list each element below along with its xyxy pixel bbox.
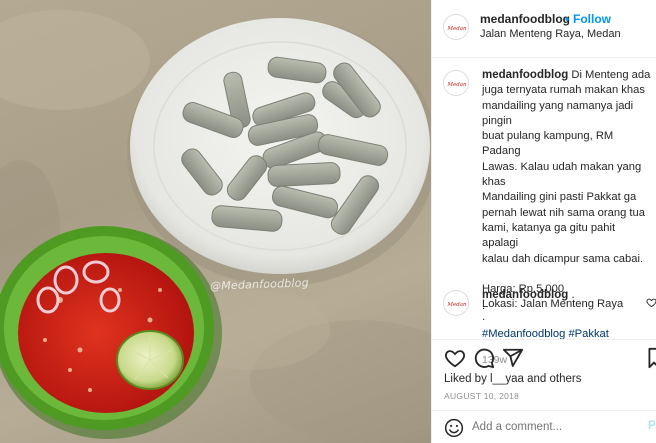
caption-line: kalau dah dicampur sama cabai.	[482, 252, 644, 265]
caption-line: buat pulang kampung, RM Padang	[482, 130, 614, 158]
caption-avatar[interactable]: Medan	[443, 70, 469, 96]
caption-line: pernah lewat nih sama orang tua	[482, 206, 645, 219]
caption-username[interactable]: medanfoodblog	[482, 69, 568, 81]
comment-username[interactable]: medanfoodblog	[482, 289, 568, 301]
caption-line: kami, katanya ga gitu pahit apalagi	[482, 221, 616, 250]
comment-like-icon[interactable]	[646, 297, 656, 308]
bookmark-icon[interactable]	[647, 347, 656, 369]
avatar-logo-icon: Medan	[444, 15, 468, 39]
caption-line: Mandailing gini pasti Pakkat ga	[482, 191, 637, 204]
add-comment-bar: P	[432, 410, 656, 443]
svg-text:Medan: Medan	[446, 302, 467, 308]
caption-line: juga ternyata rumah makan khas	[482, 84, 645, 97]
post-comment-button[interactable]: P	[648, 420, 656, 432]
post-photo[interactable]: @Medanfoodblog	[0, 0, 431, 443]
emoji-icon[interactable]	[444, 418, 464, 438]
follow-separator: •	[565, 12, 570, 26]
post-date: AUGUST 10, 2018	[444, 391, 520, 401]
comment-icon[interactable]	[473, 347, 495, 369]
comment-line: .	[482, 300, 486, 312]
svg-text:Medan: Medan	[446, 26, 467, 32]
post-header: Medan medanfoodblog • Follow Jalan Mente…	[432, 0, 656, 58]
comment-line: .	[482, 311, 486, 323]
comment-line: .	[571, 289, 575, 301]
food-photo-illustration	[0, 10, 431, 440]
comment: medanfoodblog . . .	[482, 289, 642, 323]
likes-summary[interactable]: Liked by l__yaa and others	[444, 371, 581, 387]
add-comment-input[interactable]	[472, 417, 642, 437]
author-avatar[interactable]: Medan	[443, 14, 469, 40]
caption-line: mandailing yang namanya jadi pingin	[482, 99, 634, 127]
heart-icon[interactable]	[444, 347, 466, 369]
caption-line: Lawas. Kalau udah makan yang khas	[482, 160, 642, 189]
share-icon[interactable]	[502, 347, 524, 369]
follow-button[interactable]: Follow	[573, 12, 611, 26]
post-caption: medanfoodblog Di Menteng ada juga ternya…	[482, 68, 652, 368]
caption-line: Di Menteng ada	[571, 69, 651, 81]
comment-avatar[interactable]: Medan	[443, 290, 469, 316]
svg-text:Medan: Medan	[446, 82, 467, 88]
post-side-panel: Medan medanfoodblog • Follow Jalan Mente…	[431, 0, 656, 443]
avatar-logo-icon: Medan	[444, 71, 468, 95]
avatar-logo-icon: Medan	[444, 291, 468, 315]
author-username[interactable]: medanfoodblog	[480, 12, 570, 26]
post-location[interactable]: Jalan Menteng Raya, Medan	[480, 28, 621, 40]
